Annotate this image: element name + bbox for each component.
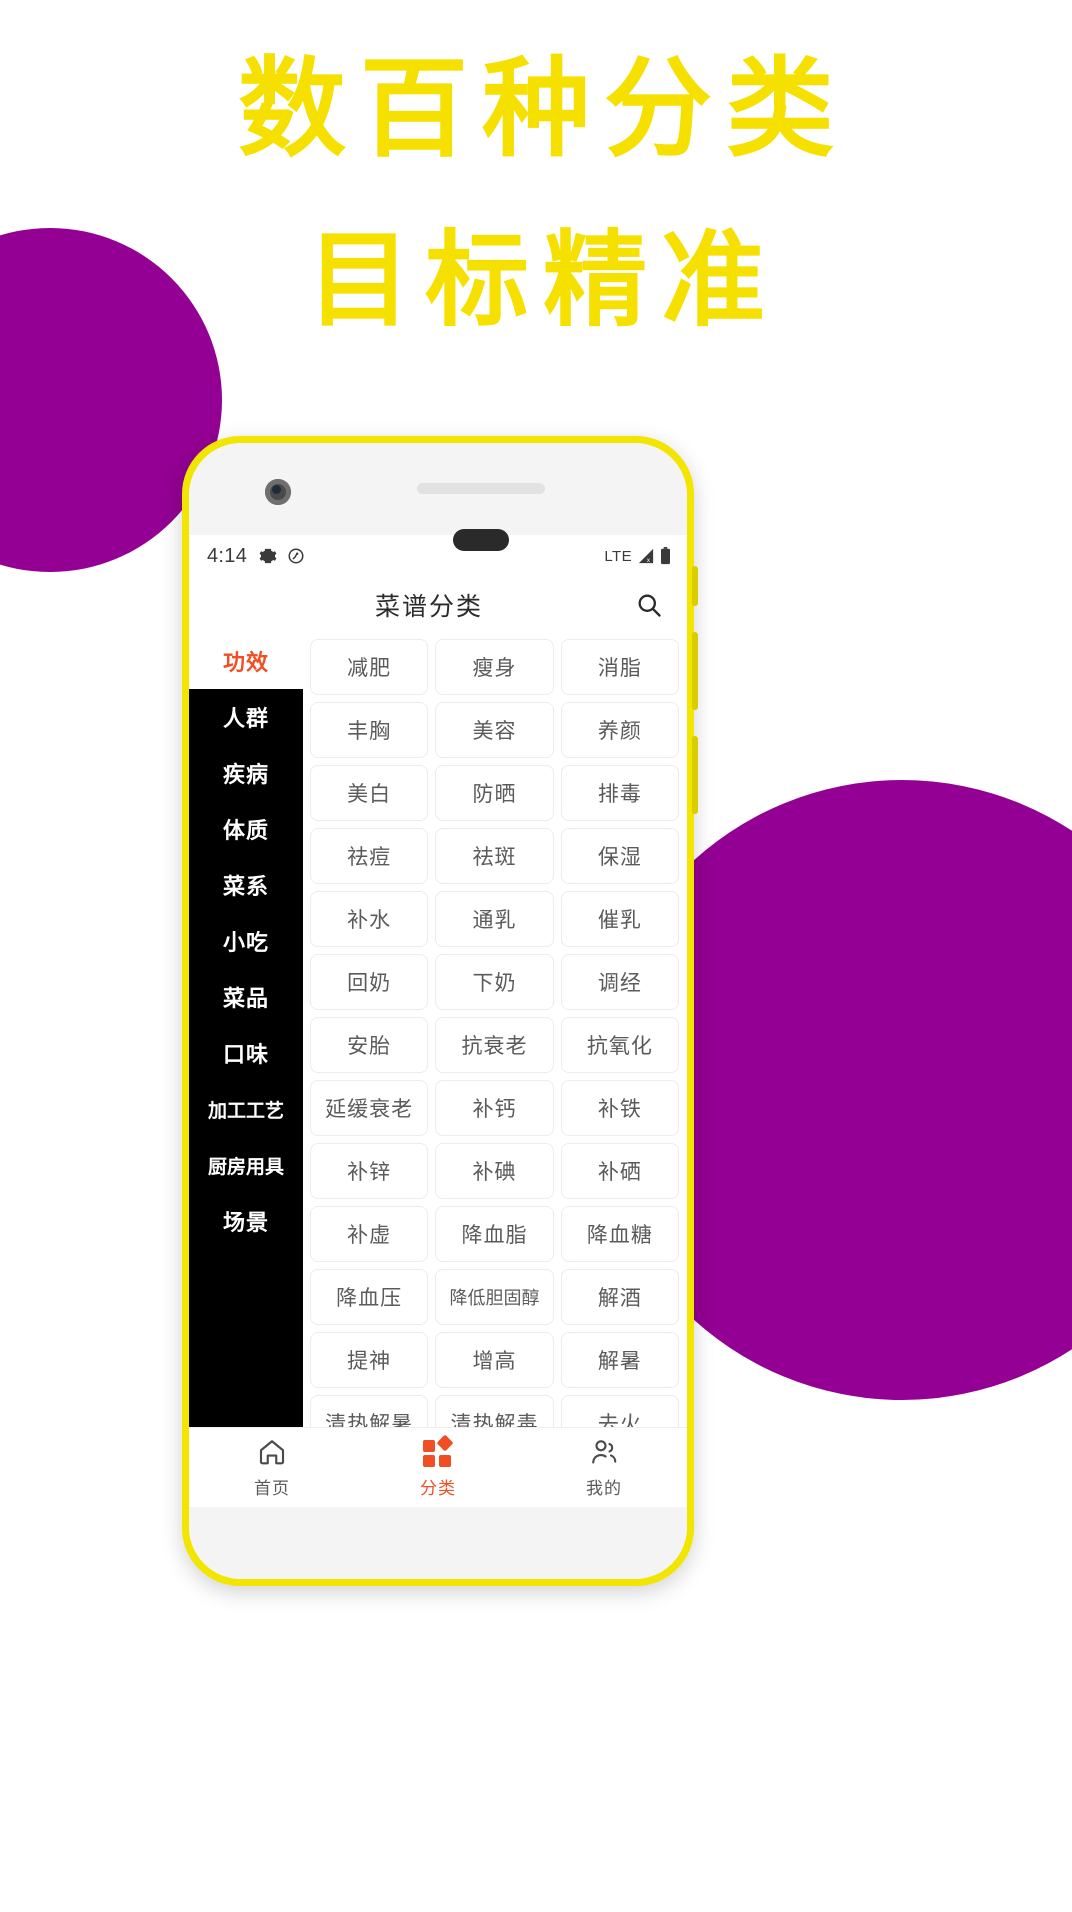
category-chip[interactable]: 防晒 [435,765,554,821]
category-chip[interactable]: 降血压 [310,1269,429,1325]
status-left-icons [259,547,305,565]
category-chip[interactable]: 抗氧化 [560,1017,679,1073]
category-chip[interactable]: 通乳 [435,891,554,947]
category-chip[interactable]: 清热解毒 [435,1395,554,1427]
phone-mockup: 4:14 LTE x 菜谱分类 功效 人群 疾病 体质 菜系 小吃 菜品 口味 … [182,436,698,1586]
status-time: 4:14 [207,544,248,567]
sidebar-filler [189,1249,303,1427]
category-chip[interactable]: 催乳 [560,891,679,947]
category-chip[interactable]: 解酒 [560,1269,679,1325]
category-chip[interactable]: 补钙 [435,1080,554,1136]
category-chip[interactable]: 丰胸 [310,702,429,758]
battery-icon [660,547,671,565]
network-label: LTE [604,547,632,565]
sidebar-item-0[interactable]: 功效 [189,633,303,689]
category-chip[interactable]: 美白 [310,765,429,821]
search-icon[interactable] [629,585,669,625]
tab-label: 我的 [586,1479,622,1498]
category-chip[interactable]: 回奶 [310,954,429,1010]
poster-headline: 数百种分类 目标精准 [0,0,1072,341]
category-content: 功效 人群 疾病 体质 菜系 小吃 菜品 口味 加工工艺 厨房用具 场景 减肥 瘦身 消脂丰胸 美容 养颜美… [189,633,687,1427]
category-chip[interactable]: 补硒 [560,1143,679,1199]
phone-top-bezel [189,443,687,551]
gear-icon [259,547,277,565]
phone-bottom-bezel [189,1507,687,1579]
home-icon [257,1436,287,1468]
sidebar-item-3[interactable]: 体质 [189,801,303,857]
category-chip[interactable]: 减肥 [310,639,429,695]
category-chip[interactable]: 补锌 [310,1143,429,1199]
tab-首页[interactable]: 首页 [189,1436,355,1507]
category-chip[interactable]: 调经 [560,954,679,1010]
phone-side-button-1 [692,566,698,606]
category-chip[interactable]: 祛斑 [435,828,554,884]
sidebar-item-8[interactable]: 加工工艺 [189,1081,303,1137]
sidebar-item-4[interactable]: 菜系 [189,857,303,913]
sidebar-item-6[interactable]: 菜品 [189,969,303,1025]
bottom-tab-bar: 首页 分类 我的 [189,1427,687,1507]
category-chip[interactable]: 降血脂 [435,1206,554,1262]
category-chip[interactable]: 抗衰老 [435,1017,554,1073]
user-icon [589,1436,619,1468]
category-chip[interactable]: 清热解暑 [310,1395,429,1427]
tab-分类[interactable]: 分类 [355,1434,521,1507]
category-chip[interactable]: 安胎 [310,1017,429,1073]
poster-root: 数百种分类 目标精准 4:14 LTE x 菜谱分类 功效 人群 疾病 体质 菜… [0,0,1072,1912]
front-camera-icon [265,479,291,505]
category-chip[interactable]: 美容 [435,702,554,758]
category-chip[interactable]: 增高 [435,1332,554,1388]
category-chip[interactable]: 延缓衰老 [310,1080,429,1136]
phone-body: 4:14 LTE x 菜谱分类 功效 人群 疾病 体质 菜系 小吃 菜品 口味 … [189,443,687,1579]
sidebar-item-7[interactable]: 口味 [189,1025,303,1081]
category-chip[interactable]: 补水 [310,891,429,947]
sidebar-item-9[interactable]: 厨房用具 [189,1137,303,1193]
category-sidebar: 功效 人群 疾病 体质 菜系 小吃 菜品 口味 加工工艺 厨房用具 场景 [189,633,303,1427]
status-right-icons: LTE x [604,547,671,565]
do-not-disturb-icon [287,547,305,565]
sensor-pill [453,529,509,551]
earpiece-speaker [417,483,545,494]
tab-label: 首页 [254,1479,290,1498]
phone-screen: 4:14 LTE x 菜谱分类 功效 人群 疾病 体质 菜系 小吃 菜品 口味 … [189,535,687,1507]
tab-label: 分类 [420,1479,456,1498]
category-chip[interactable]: 排毒 [560,765,679,821]
category-chip-grid: 减肥 瘦身 消脂丰胸 美容 养颜美白 防晒 排毒祛痘 祛斑 保湿补水 通乳 催乳回奶 下奶 调经安胎 抗衰… [303,633,687,1427]
page-title: 菜谱分类 [374,593,483,621]
category-chip[interactable]: 降血糖 [560,1206,679,1262]
category-chip[interactable]: 提神 [310,1332,429,1388]
category-chip[interactable]: 瘦身 [435,639,554,695]
category-chip[interactable]: 补虚 [310,1206,429,1262]
category-chip[interactable]: 补铁 [560,1080,679,1136]
tab-我的[interactable]: 我的 [521,1436,687,1507]
category-chip[interactable]: 解暑 [560,1332,679,1388]
sidebar-item-1[interactable]: 人群 [189,689,303,745]
phone-side-button-2 [692,632,698,710]
grid-icon [423,1434,454,1468]
category-chip[interactable]: 降低胆固醇 [435,1269,554,1325]
status-bar: 4:14 LTE x [189,535,687,577]
category-chip[interactable]: 祛痘 [310,828,429,884]
category-chip[interactable]: 养颜 [560,702,679,758]
sidebar-item-10[interactable]: 场景 [189,1193,303,1249]
category-chip[interactable]: 消脂 [560,639,679,695]
sidebar-item-2[interactable]: 疾病 [189,745,303,801]
category-chip[interactable]: 补碘 [435,1143,554,1199]
signal-bars-icon: x [637,548,655,564]
phone-side-button-3 [692,736,698,814]
headline-line-2: 目标精准 [306,219,779,341]
category-chip[interactable]: 保湿 [560,828,679,884]
app-bar: 菜谱分类 [189,577,687,633]
category-chip[interactable]: 下奶 [435,954,554,1010]
sidebar-item-5[interactable]: 小吃 [189,913,303,969]
headline-line-1: 数百种分类 [237,47,848,172]
category-chip[interactable]: 去火 [560,1395,679,1427]
